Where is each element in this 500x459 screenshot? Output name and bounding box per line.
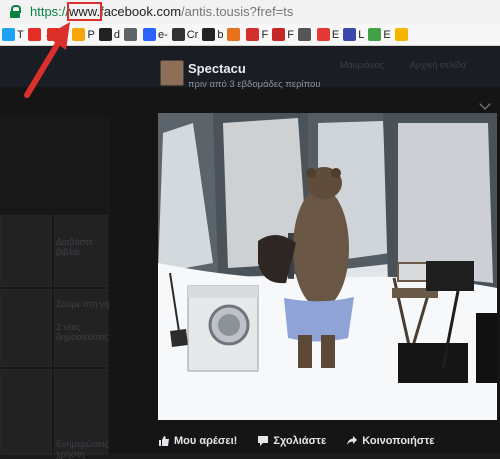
bookmark-item[interactable] — [227, 28, 242, 41]
flag-icon — [246, 28, 260, 41]
washing-machine — [187, 285, 259, 372]
topbar-profile-link[interactable]: Μαυριάνος — [340, 60, 384, 70]
post-timestamp[interactable]: πριν από 3 εβδομάδες περίπου — [188, 79, 321, 90]
bookmark-label: b — [217, 28, 224, 41]
video-frame[interactable] — [158, 113, 497, 420]
thumb-label: Διαβάστε βιβλίο — [56, 237, 93, 257]
bookmark-label: E — [383, 28, 391, 41]
annotation-arrow — [24, 22, 70, 98]
play-icon — [142, 28, 156, 41]
bookmark-item[interactable] — [297, 28, 313, 41]
crossword-icon — [171, 28, 185, 41]
thumb-label: Ενημερώσεις χρήστη — [56, 439, 109, 459]
lightbox — [158, 113, 497, 420]
like-button[interactable]: Μου αρέσει! — [158, 432, 237, 450]
share-button[interactable]: Κοινοποιήστε — [346, 432, 434, 450]
bookmark-item[interactable]: e- — [142, 28, 168, 41]
bookmark-item[interactable]: E — [316, 28, 340, 41]
share-icon — [347, 436, 358, 445]
bookmark-item[interactable]: F — [272, 28, 294, 41]
comment-label: Σχολιάστε — [273, 435, 327, 447]
bookmark-item[interactable]: b — [202, 28, 223, 41]
flag-icon — [272, 28, 286, 41]
like-label: Μου αρέσει! — [174, 435, 238, 447]
bookmark-label: Cr — [186, 28, 199, 41]
comment-button[interactable]: Σχολιάστε — [257, 432, 326, 450]
bookmark-item[interactable]: Cr — [171, 28, 199, 41]
topbar-home-link[interactable]: Αρχική σελίδα — [410, 60, 466, 70]
orange-circle-icon — [227, 28, 241, 41]
thumb-1[interactable] — [0, 215, 52, 287]
comment-icon — [258, 436, 269, 446]
bookmark-label: F — [261, 28, 269, 41]
bookmark-item[interactable] — [394, 28, 410, 41]
bookmark-label: L — [358, 28, 365, 41]
letter-l-icon — [343, 28, 357, 41]
bookmark-label: F — [287, 28, 294, 41]
bookmark-item[interactable]: L — [343, 28, 364, 41]
letter-b-icon — [202, 28, 216, 41]
w-icon — [297, 28, 311, 41]
poster-name[interactable]: Spectacu — [188, 61, 246, 76]
thumb-5[interactable] — [0, 369, 52, 455]
bookmark-item[interactable]: F — [246, 28, 268, 41]
share-label: Κοινοποιήστε — [362, 435, 435, 447]
thumb-label: 2 νέες δημοσιεύσεις — [56, 322, 109, 342]
thumb-label: Ζούμε στη γη — [56, 299, 110, 309]
bookmark-item[interactable]: E — [368, 28, 391, 41]
thumb-3[interactable] — [0, 289, 52, 367]
avatar[interactable] — [160, 60, 184, 86]
bookmark-label: E — [331, 28, 340, 41]
letter-e-icon — [316, 28, 330, 41]
left-column: Διαβάστε βιβλίο Ζούμε στη γη 2 νέες δημο… — [0, 117, 110, 459]
folder-icon — [123, 28, 137, 41]
like-icon — [159, 436, 169, 446]
bookmark-label: e- — [157, 28, 168, 41]
bookmark-item[interactable] — [123, 28, 139, 41]
url-path: /antis.tousis?fref=ts — [181, 4, 294, 19]
post-actions: Μου αρέσει! Σχολιάστε Κοινοποιήστε — [158, 432, 500, 450]
leaf-icon — [368, 28, 382, 41]
star-icon — [394, 28, 408, 41]
